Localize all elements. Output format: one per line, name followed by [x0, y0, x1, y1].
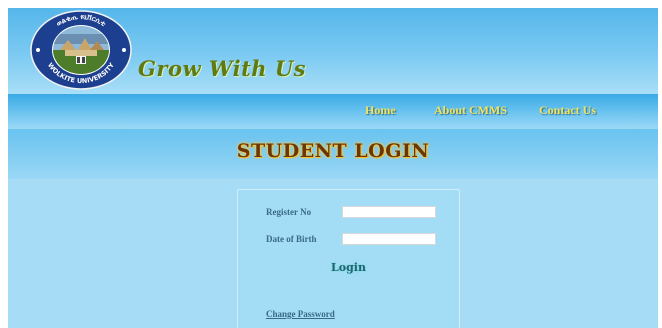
- register-no-input[interactable]: [342, 206, 436, 218]
- university-seal-logo: ወልቂጤ ዩኒቨርሲቲ WOLKITE UNIVERSITY: [30, 10, 132, 90]
- date-of-birth-label: Date of Birth: [266, 234, 317, 244]
- page-title: STUDENT LOGIN: [236, 140, 430, 162]
- change-password-link[interactable]: Change Password: [266, 309, 335, 319]
- nav-home-link[interactable]: Home: [365, 103, 396, 118]
- page-frame: ወልቂጤ ዩኒቨርሲቲ WOLKITE UNIVERSITY Grow With…: [8, 8, 658, 328]
- date-of-birth-input[interactable]: [342, 233, 436, 245]
- nav-about-cmms-link[interactable]: About CMMS: [434, 103, 507, 118]
- top-nav: Home About CMMS Contact Us: [8, 94, 658, 129]
- login-form: Register No Date of Birth Login Change P…: [237, 189, 460, 328]
- motto-slogan: Grow With Us: [138, 56, 307, 81]
- login-button[interactable]: Login: [238, 261, 459, 274]
- nav-contact-us-link[interactable]: Contact Us: [539, 103, 596, 118]
- register-no-label: Register No: [266, 207, 312, 217]
- header: ወልቂጤ ዩኒቨርሲቲ WOLKITE UNIVERSITY Grow With…: [8, 8, 658, 94]
